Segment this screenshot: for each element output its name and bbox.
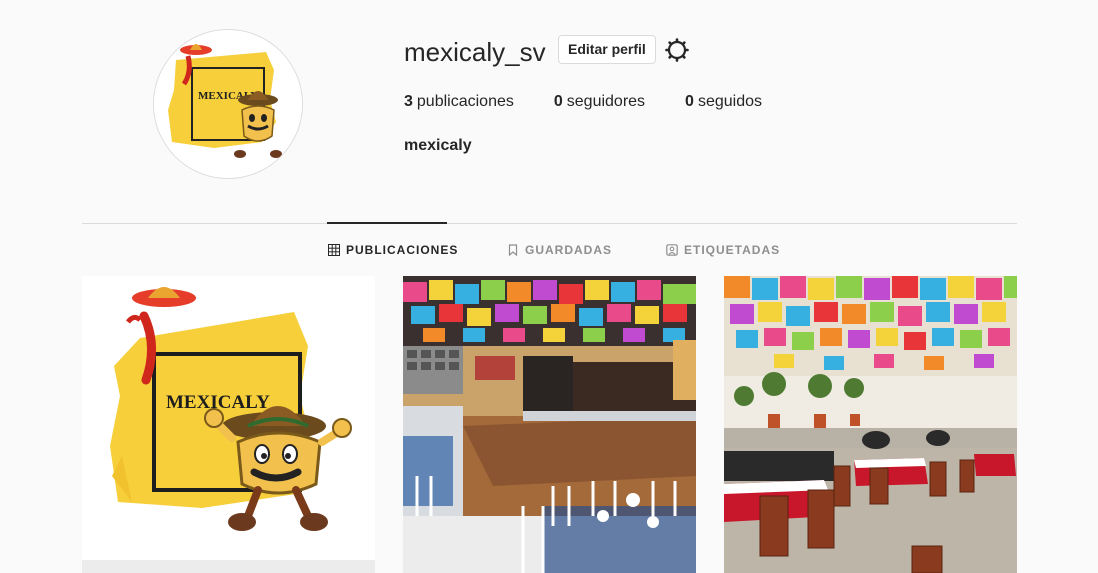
edit-profile-button[interactable]: Editar perfil <box>558 35 656 64</box>
following-stat[interactable]: 0 seguidos <box>685 92 762 112</box>
tab-publicaciones-label: PUBLICACIONES <box>346 243 459 257</box>
tab-etiquetadas[interactable]: ETIQUETADAS <box>666 243 780 257</box>
active-tab-indicator <box>327 222 447 224</box>
profile-full-name: mexicaly <box>404 137 472 154</box>
posts-label: publicaciones <box>416 93 514 110</box>
grid-icon <box>328 244 340 256</box>
venue-stage-post-image <box>403 276 696 573</box>
following-label: seguidos <box>697 93 762 110</box>
mexicaly-logo-image: MEXICALY <box>154 30 302 178</box>
following-count: 0 <box>685 93 694 110</box>
tagged-icon <box>666 244 678 256</box>
followers-count: 0 <box>553 93 563 110</box>
tab-guardadas-label: GUARDADAS <box>525 243 612 257</box>
profile-avatar[interactable]: MEXICALY <box>153 29 303 179</box>
tab-etiquetadas-label: ETIQUETADAS <box>684 243 781 257</box>
venue-patio-post-image <box>724 276 1017 573</box>
post-thumbnail-logo[interactable]: MEXICALY <box>82 276 375 573</box>
tabs-divider <box>82 223 1017 224</box>
tab-guardadas[interactable]: GUARDADAS <box>507 243 612 257</box>
settings-gear-icon[interactable] <box>665 38 689 62</box>
post-thumbnail-venue-stage[interactable] <box>403 276 696 573</box>
followers-stat[interactable]: 0 seguidores <box>554 92 645 112</box>
profile-username: mexicaly_sv <box>404 37 546 67</box>
bookmark-icon <box>508 244 518 256</box>
mexicaly-logo-post-image: MEXICALY <box>82 276 375 573</box>
posts-stat: 3 publicaciones <box>404 92 514 112</box>
tab-publicaciones[interactable]: PUBLICACIONES <box>328 243 458 257</box>
profile-stats: 3 publicaciones 0 seguidores 0 seguidos <box>404 92 762 112</box>
post-thumbnail-venue-patio[interactable] <box>724 276 1017 573</box>
followers-label: seguidores <box>566 93 646 110</box>
profile-tabs: PUBLICACIONES GUARDADAS ETIQUETADAS <box>0 243 1098 259</box>
posts-count: 3 <box>404 93 413 110</box>
